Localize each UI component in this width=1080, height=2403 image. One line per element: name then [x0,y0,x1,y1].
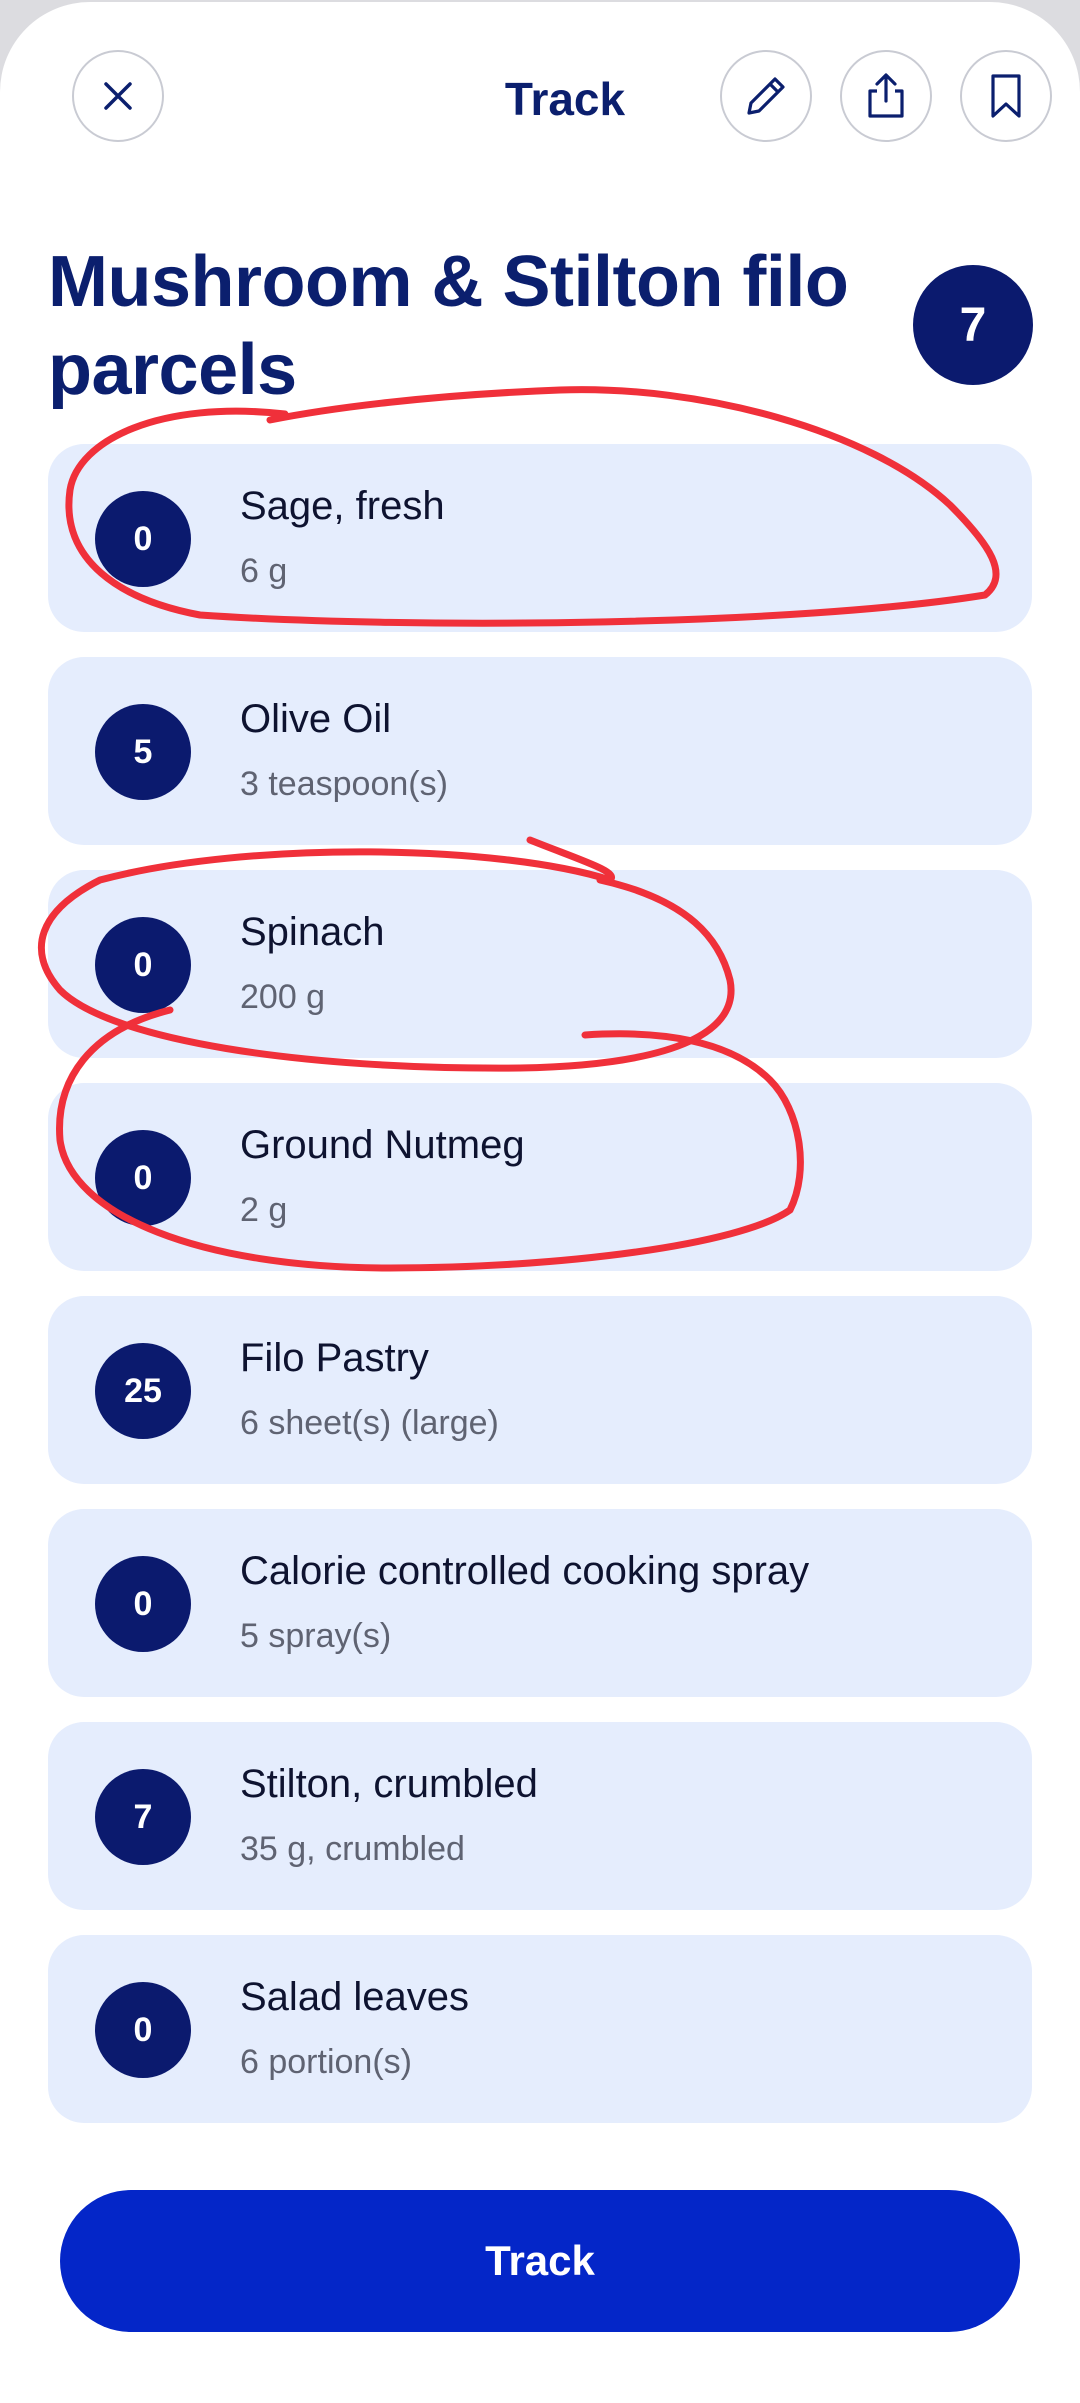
ingredient-amount: 5 spray(s) [240,1617,392,1655]
ingredient-points-badge: 25 [95,1343,191,1439]
ingredient-points-badge: 7 [95,1769,191,1865]
ingredient-points-badge: 0 [95,1556,191,1652]
header-title: Track [504,73,626,125]
share-button[interactable] [840,50,932,142]
ingredient-item[interactable]: 0 Spinach 200 g [48,870,1032,1058]
ingredient-amount: 6 g [240,552,288,590]
ingredient-amount: 3 teaspoon(s) [240,765,448,803]
bookmark-icon [991,74,1021,118]
bookmark-button[interactable] [960,50,1052,142]
ingredient-item[interactable]: 0 Salad leaves 6 portion(s) [48,1935,1032,2123]
ingredient-amount: 200 g [240,978,326,1016]
ingredient-item[interactable]: 25 Filo Pastry 6 sheet(s) (large) [48,1296,1032,1484]
ingredient-name: Filo Pastry [240,1336,429,1380]
ingredient-points-badge: 0 [95,1130,191,1226]
edit-button[interactable] [720,50,812,142]
pencil-icon [747,77,785,115]
ingredient-name: Stilton, crumbled [240,1762,538,1806]
ingredient-points-badge: 0 [95,917,191,1013]
ingredient-name: Olive Oil [240,697,392,741]
ingredient-name: Salad leaves [240,1975,470,2019]
ingredient-item[interactable]: 7 Stilton, crumbled 35 g, crumbled [48,1722,1032,1910]
ingredient-item[interactable]: 0 Sage, fresh 6 g [48,444,1032,632]
close-button[interactable] [72,50,164,142]
ingredient-item[interactable]: 0 Ground Nutmeg 2 g [48,1083,1032,1271]
ingredient-points-badge: 0 [95,491,191,587]
recipe-sheet: Track Mushroom & Stilton filo parcels 7 … [0,2,1080,2403]
ingredient-amount: 6 portion(s) [240,2043,412,2081]
ingredient-amount: 2 g [240,1191,288,1229]
ingredient-amount: 6 sheet(s) (large) [240,1404,499,1442]
recipe-points-badge: 7 [913,265,1033,385]
ingredient-name: Ground Nutmeg [240,1123,525,1167]
ingredient-list: 0 Sage, fresh 6 g 5 Olive Oil 3 teaspoon… [48,444,1032,2148]
ingredient-amount: 35 g, crumbled [240,1830,465,1868]
close-icon [104,82,132,110]
ingredient-points-badge: 0 [95,1982,191,2078]
ingredient-name: Sage, fresh [240,484,445,528]
ingredient-item[interactable]: 0 Calorie controlled cooking spray 5 spr… [48,1509,1032,1697]
recipe-title: Mushroom & Stilton filo parcels [48,242,849,410]
ingredient-points-badge: 5 [95,704,191,800]
ingredient-item[interactable]: 5 Olive Oil 3 teaspoon(s) [48,657,1032,845]
track-button[interactable]: Track [60,2190,1020,2332]
ingredient-name: Calorie controlled cooking spray [240,1549,810,1593]
share-icon [868,73,904,118]
ingredient-name: Spinach [240,910,385,954]
